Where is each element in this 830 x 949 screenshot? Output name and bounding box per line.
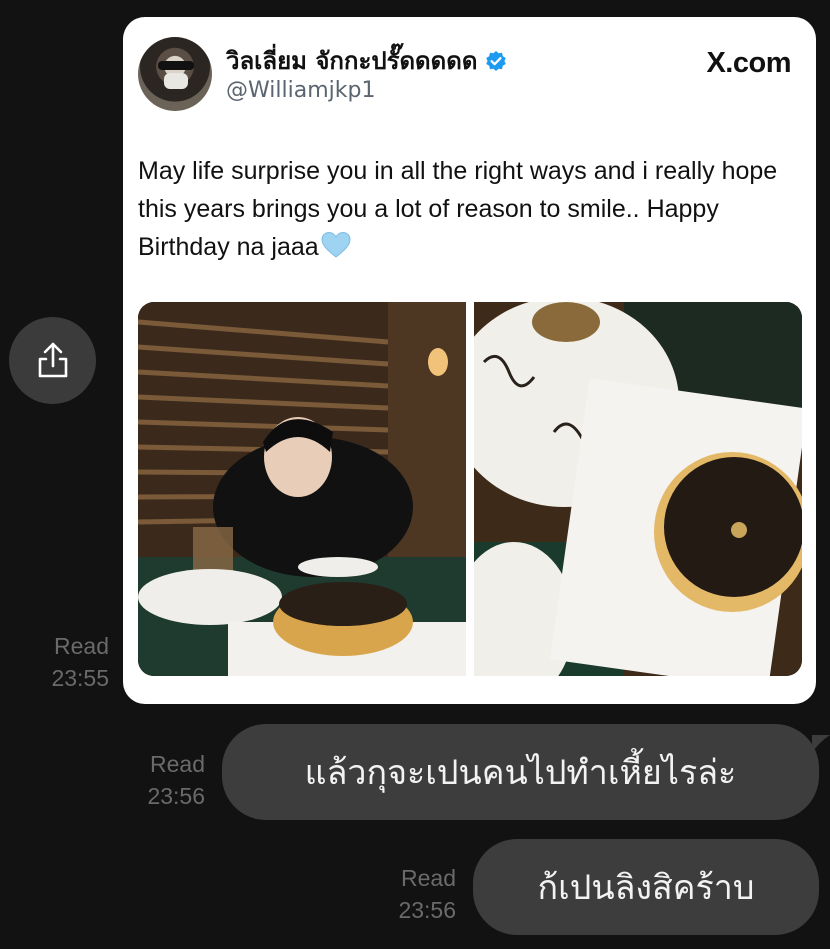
read-time: 23:56: [147, 783, 205, 809]
bubble-tail: [812, 735, 830, 753]
tweet-text: May life surprise you in all the right w…: [138, 152, 803, 266]
message-bubble[interactable]: แล้วกุจะเปนคนไปทำเหี้ยไรล่ะ: [222, 724, 819, 820]
read-receipt-1: Read 23:55: [20, 630, 109, 694]
author-handle[interactable]: @Williamjkp1: [226, 78, 375, 103]
avatar-glasses: [158, 61, 194, 70]
birthday-photo-person: [138, 302, 466, 676]
share-icon: [38, 342, 67, 377]
read-time: 23:56: [398, 897, 456, 923]
message-text: แล้วกุจะเปนคนไปทำเหี้ยไรล่ะ: [304, 753, 737, 793]
read-label: Read: [150, 751, 205, 777]
read-label: Read: [401, 865, 456, 891]
read-receipt-3: Read 23:56: [370, 862, 456, 926]
read-receipt-2: Read 23:56: [120, 748, 205, 812]
author-avatar[interactable]: [138, 37, 212, 111]
tweet-body: May life surprise you in all the right w…: [138, 157, 778, 261]
read-time: 23:55: [51, 665, 109, 691]
x-logo: X.com: [706, 47, 791, 79]
message-text: ก้เปนลิงสิคร้าบ: [537, 868, 755, 908]
light-blue-heart-icon: [321, 231, 351, 258]
verified-badge-icon: [486, 50, 507, 71]
tweet-photo-1[interactable]: [138, 302, 466, 676]
message-bubble[interactable]: ก้เปนลิงสิคร้าบ: [473, 839, 819, 935]
tweet-photo-2[interactable]: [474, 302, 802, 676]
read-label: Read: [54, 633, 109, 659]
author-name-text: วิลเลี่ยม จักกะปรั๊ดดดดด: [226, 47, 478, 75]
share-button[interactable]: [9, 317, 96, 404]
birthday-cake-photo: [474, 302, 802, 676]
author-name[interactable]: วิลเลี่ยม จักกะปรั๊ดดดดด: [226, 41, 507, 80]
shared-tweet-card[interactable]: วิลเลี่ยม จักกะปรั๊ดดดดด @Williamjkp1 X.…: [123, 17, 816, 704]
avatar-mask: [164, 73, 188, 89]
